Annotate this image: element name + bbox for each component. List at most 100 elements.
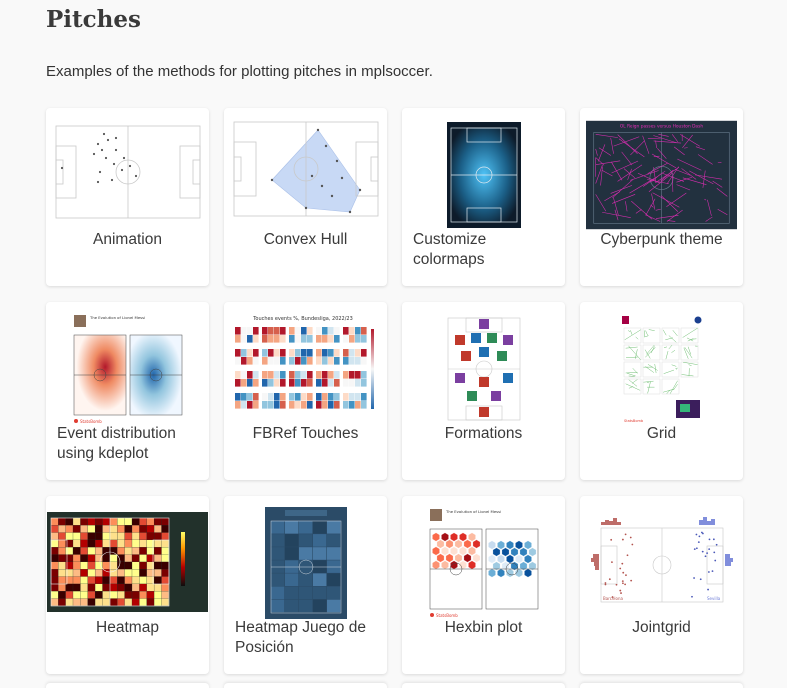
gallery-card-cyberpunk-theme[interactable]: OL Reign passes versus Houston Dash Cybe… bbox=[580, 108, 743, 286]
touch-cell bbox=[261, 401, 268, 409]
touch-cell bbox=[234, 393, 241, 401]
heat-cell bbox=[146, 598, 154, 606]
touch-cell bbox=[333, 393, 340, 401]
player-dot bbox=[134, 174, 137, 178]
touch-cell bbox=[267, 371, 274, 379]
gallery-card-grid[interactable]: StatsBomb Grid bbox=[580, 302, 743, 480]
zone-cell bbox=[326, 534, 340, 547]
touch-cell bbox=[327, 393, 334, 401]
touch-cell bbox=[300, 335, 307, 343]
touch-cell bbox=[246, 401, 253, 409]
heat-cell bbox=[102, 561, 110, 570]
gallery-card-formations[interactable]: Formations bbox=[402, 302, 565, 480]
shot-dot bbox=[604, 583, 606, 586]
cyberpunk-thumbnail: OL Reign passes versus Houston Dash bbox=[586, 116, 737, 230]
heat-cell bbox=[132, 539, 140, 548]
heat-cell bbox=[80, 539, 88, 548]
gallery-card-partial[interactable] bbox=[46, 683, 209, 688]
heat-cell bbox=[80, 532, 88, 540]
player-photo bbox=[454, 335, 465, 345]
heat-cell bbox=[51, 569, 59, 577]
shot-dot bbox=[624, 574, 627, 577]
player-photo bbox=[502, 373, 513, 383]
player-photo bbox=[478, 319, 489, 329]
shot-dot bbox=[618, 567, 621, 570]
gallery-card-partial[interactable] bbox=[224, 683, 387, 688]
gallery-card-jointgrid[interactable]: Barcelona Sevilla Jointgrid bbox=[580, 496, 743, 674]
touch-cell bbox=[294, 379, 301, 387]
touch-cell bbox=[267, 335, 274, 343]
gallery-card-heatmap-juego-de-posicion[interactable]: Heatmap Juego de Posición bbox=[224, 496, 387, 674]
gallery-card-animation[interactable]: Animation bbox=[46, 108, 209, 286]
heat-cell bbox=[58, 554, 66, 562]
heat-cell bbox=[146, 591, 154, 599]
gallery-card-heatmap[interactable]: Heatmap bbox=[46, 496, 209, 674]
touch-cell bbox=[288, 349, 295, 357]
touch-cell bbox=[261, 371, 268, 379]
zone-cell bbox=[326, 547, 340, 560]
touch-cell bbox=[273, 335, 280, 343]
heat-cell bbox=[154, 532, 162, 540]
zone-cell bbox=[270, 573, 284, 586]
zone-cell bbox=[284, 547, 298, 560]
heat-cell bbox=[51, 561, 59, 570]
touch-cell bbox=[327, 357, 334, 365]
player-dot bbox=[128, 164, 131, 168]
shot-dot bbox=[707, 548, 710, 550]
touch-cell bbox=[261, 335, 268, 343]
shot-dot bbox=[708, 538, 710, 541]
touch-cell bbox=[342, 327, 349, 335]
shot-dot bbox=[695, 533, 697, 536]
player-dot bbox=[96, 142, 99, 146]
gallery-card-fbref-touches[interactable]: Touches events %, Bundesliga, 2022/23 FB… bbox=[224, 302, 387, 480]
heat-cell bbox=[80, 576, 88, 584]
touch-cell bbox=[240, 327, 247, 335]
shot-dot bbox=[697, 541, 700, 544]
shot-dot bbox=[704, 555, 706, 558]
heat-cell bbox=[80, 569, 88, 577]
touch-cell bbox=[267, 357, 274, 365]
zone-cell bbox=[284, 560, 298, 573]
gallery-card-partial[interactable] bbox=[580, 683, 743, 688]
touch-cell bbox=[267, 327, 274, 335]
heat-cell bbox=[87, 591, 95, 599]
touch-cell bbox=[252, 349, 259, 357]
heat-cell bbox=[58, 583, 66, 592]
gallery-card-convex-hull[interactable]: Convex Hull bbox=[224, 108, 387, 286]
gallery-card-customize-colormaps[interactable]: Customize colormaps bbox=[402, 108, 565, 286]
jointgrid-right-label: Sevilla bbox=[707, 596, 721, 601]
heat-cell bbox=[58, 576, 66, 584]
card-label: Hexbin plot bbox=[444, 619, 523, 636]
card-label: Event distribution using kdeplot bbox=[57, 425, 176, 462]
shot-dot bbox=[690, 595, 693, 598]
heat-cell bbox=[95, 583, 103, 592]
touch-cell bbox=[327, 349, 334, 357]
touch-cell bbox=[360, 379, 367, 387]
heat-cell bbox=[110, 547, 118, 555]
gallery-card-event-distribution-kdeplot[interactable]: The Evolution of Lionel Messi StatsBomb … bbox=[46, 302, 209, 480]
shot-dot bbox=[618, 589, 621, 592]
shot-dot bbox=[620, 562, 623, 565]
heat-cell bbox=[73, 547, 81, 555]
touch-cell bbox=[261, 327, 268, 335]
heat-cell bbox=[51, 532, 59, 540]
heat-cell bbox=[139, 539, 147, 548]
heat-cell bbox=[73, 591, 81, 599]
touch-cell bbox=[267, 401, 274, 409]
touch-cell bbox=[354, 349, 361, 357]
touch-cell bbox=[342, 371, 349, 379]
heat-cell bbox=[65, 525, 73, 533]
touch-cell bbox=[354, 327, 361, 335]
heat-cell bbox=[124, 518, 132, 526]
zone-cell bbox=[298, 547, 312, 560]
heat-cell bbox=[73, 539, 81, 548]
gallery-card-partial[interactable] bbox=[402, 683, 565, 688]
gallery-card-hexbin-plot[interactable]: The Evolution of Lionel Messi StatsBomb … bbox=[402, 496, 565, 674]
heat-cell bbox=[95, 554, 103, 562]
heat-cell bbox=[65, 583, 73, 592]
heat-cell bbox=[110, 561, 118, 570]
heat-cell bbox=[51, 554, 59, 562]
heat-cell bbox=[95, 547, 103, 555]
touch-cell bbox=[354, 393, 361, 401]
jdp-thumbnail bbox=[230, 504, 381, 619]
